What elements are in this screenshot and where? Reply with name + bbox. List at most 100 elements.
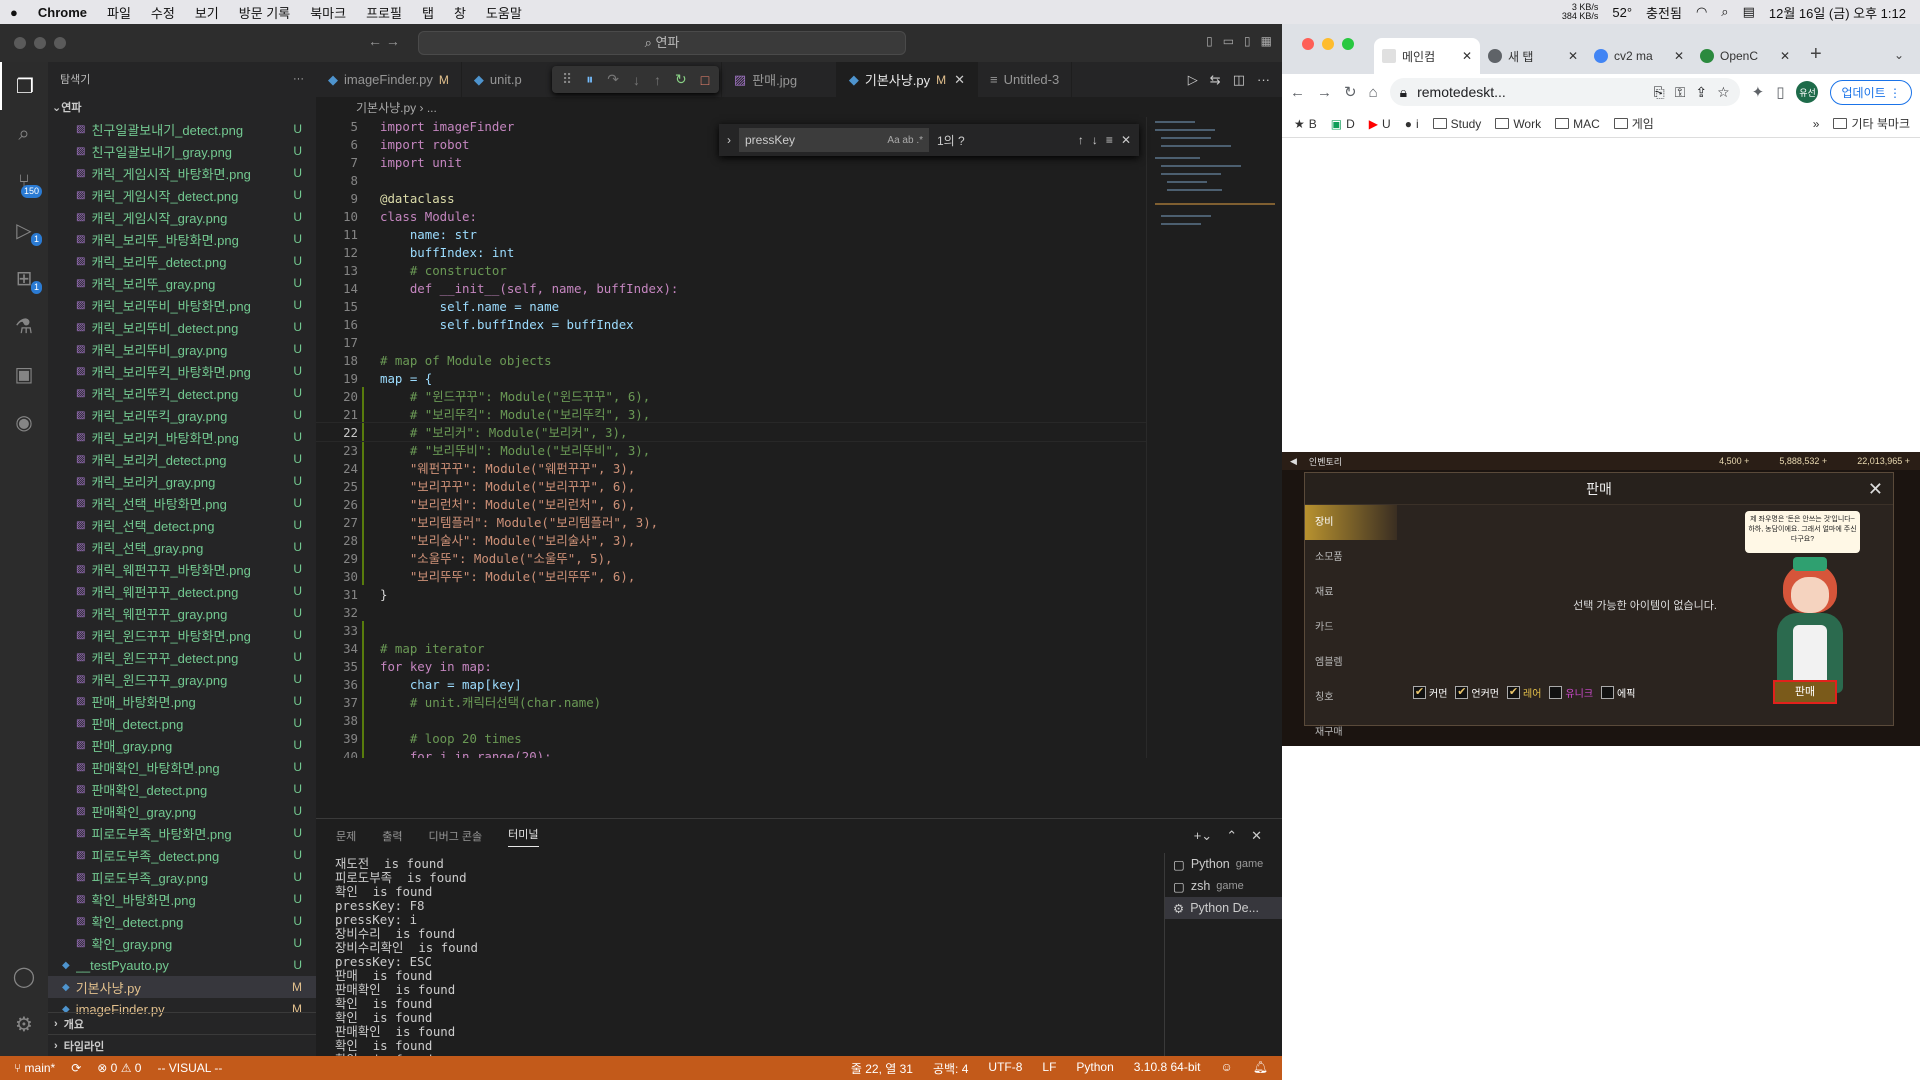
share-icon[interactable]: ⇪ — [1695, 84, 1707, 101]
file-item[interactable]: ▨ 캐릭_보리뚜킥_gray.png U — [48, 404, 316, 426]
terminal-item[interactable]: ⚙ Python De... — [1165, 897, 1282, 919]
prev-match-icon[interactable]: ↑ — [1078, 133, 1084, 147]
close-tab-icon[interactable]: ✕ — [954, 72, 965, 88]
command-center-search[interactable]: ⌕ 연파 — [418, 31, 906, 55]
temperature[interactable]: 52° — [1612, 5, 1632, 20]
bookmark-folder[interactable]: MAC — [1555, 117, 1600, 131]
step-out-icon[interactable]: ↑ — [654, 72, 661, 88]
file-item[interactable]: ▨ 캐릭_윈드꾸꾸_바탕화면.png U — [48, 624, 316, 646]
cursor-position[interactable]: 줄 22, 열 31 — [851, 1060, 913, 1077]
bookmark-item[interactable]: ▶ U — [1369, 117, 1391, 131]
bookmark-item[interactable]: ● i — [1405, 117, 1419, 131]
file-item[interactable]: ▨ 친구일괄보내기_gray.png U — [48, 140, 316, 162]
clock[interactable]: 12월 16일 (금) 오후 1:12 — [1769, 3, 1906, 22]
sell-category-tab[interactable]: 소모품 — [1305, 540, 1397, 575]
file-item[interactable]: ▨ 판매확인_바탕화면.png U — [48, 756, 316, 778]
forward-icon[interactable]: → — [1317, 84, 1332, 101]
file-item[interactable]: ▨ 판매확인_gray.png U — [48, 800, 316, 822]
menu-edit[interactable]: 수정 — [141, 3, 185, 22]
menu-view[interactable]: 보기 — [185, 3, 229, 22]
close-tab-icon[interactable]: ✕ — [1674, 49, 1684, 63]
toggle-replace-icon[interactable]: › — [727, 133, 731, 147]
checkbox-box[interactable]: ✔ — [1507, 686, 1521, 699]
file-item[interactable]: ▨ 판매_detect.png U — [48, 712, 316, 734]
file-item[interactable]: ▨ 확인_바탕화면.png U — [48, 888, 316, 910]
bookmark-folder[interactable]: Study — [1432, 117, 1481, 131]
sell-category-tab[interactable]: 재료 — [1305, 575, 1397, 610]
file-item[interactable]: ◆ __testPyauto.py U — [48, 954, 316, 976]
rarity-checkbox[interactable]: 에픽 — [1601, 685, 1635, 700]
file-item[interactable]: ▨ 캐릭_게임시작_바탕화면.png U — [48, 162, 316, 184]
drag-handle-icon[interactable]: ⠿ — [562, 71, 572, 88]
terminal-output[interactable]: 재도전 is found 피로도부족 is found 확인 is found pre… — [335, 857, 975, 1080]
chrome-tab-opencv[interactable]: OpenC ✕ — [1692, 38, 1798, 74]
problems-indicator[interactable]: ⊗ 0 ⚠ 0 — [97, 1061, 141, 1075]
tab-terminal[interactable]: 터미널 — [508, 826, 539, 847]
close-tab-icon[interactable]: ✕ — [1780, 49, 1790, 63]
file-item[interactable]: ▨ 피로도부족_gray.png U — [48, 866, 316, 888]
control-center-icon[interactable]: ▤ — [1743, 4, 1755, 20]
battery-status[interactable]: 충전됨 — [1646, 3, 1682, 22]
tab-untitled[interactable]: ≡ Untitled-3 — [978, 62, 1073, 97]
file-item[interactable]: ▨ 캐릭_보리뚜비_바탕화면.png U — [48, 294, 316, 316]
bookmarks-overflow-icon[interactable]: » — [1813, 117, 1820, 131]
game-back-icon[interactable]: ◀ — [1290, 456, 1297, 467]
remote-explorer-icon[interactable]: ▣ — [0, 350, 48, 398]
close-window-button[interactable] — [1302, 38, 1314, 50]
timeline-section[interactable]: › 타임라인 — [48, 1034, 316, 1056]
extensions-icon[interactable]: ✦ — [1752, 83, 1765, 101]
minimize-window-button[interactable] — [34, 37, 46, 49]
reload-icon[interactable]: ↻ — [1344, 83, 1357, 101]
menu-app-name[interactable]: Chrome — [28, 5, 97, 20]
file-item[interactable]: ▨ 캐릭_보리뚜비_detect.png U — [48, 316, 316, 338]
apple-icon[interactable]: ● — [0, 5, 28, 20]
search-icon[interactable]: ⌕ — [1721, 4, 1728, 20]
checkbox-box[interactable] — [1601, 686, 1615, 699]
file-item[interactable]: ▨ 캐릭_보리뚜_gray.png U — [48, 272, 316, 294]
tab-debug-console[interactable]: 디버그 콘솔 — [429, 828, 483, 844]
update-button[interactable]: 업데이트 ⋮ — [1830, 79, 1912, 105]
file-item[interactable]: ▨ 캐릭_보리뚜_detect.png U — [48, 250, 316, 272]
tab-search-icon[interactable]: ⌄ — [1878, 48, 1920, 74]
outline-section[interactable]: › 개요 — [48, 1012, 316, 1034]
sell-category-tab[interactable]: 장비 — [1305, 505, 1397, 540]
sell-button[interactable]: 판매 — [1773, 680, 1837, 704]
step-over-icon[interactable]: ↷ — [607, 71, 619, 88]
file-item[interactable]: ▨ 판매확인_detect.png U — [48, 778, 316, 800]
branch-indicator[interactable]: ⑂ main* — [14, 1061, 55, 1075]
tab-main-script[interactable]: ◆ 기본사냥.py M ✕ — [836, 62, 978, 97]
file-item[interactable]: ▨ 친구일괄보내기_detect.png U — [48, 118, 316, 140]
settings-gear-icon[interactable]: ⚙ — [0, 1000, 48, 1048]
file-item[interactable]: ▨ 캐릭_보리뚜킥_detect.png U — [48, 382, 316, 404]
toggle-panel-icon[interactable]: ▭ — [1223, 34, 1234, 48]
close-tab-icon[interactable]: ✕ — [1462, 49, 1472, 63]
terminal-item[interactable]: ▢ zsh game — [1165, 875, 1282, 897]
restart-icon[interactable]: ↻ — [675, 71, 687, 88]
step-into-icon[interactable]: ↓ — [633, 72, 640, 88]
source-control-icon[interactable]: ⑂ 150 — [0, 158, 48, 206]
indentation[interactable]: 공백: 4 — [933, 1060, 968, 1077]
sell-category-tab[interactable]: 카드 — [1305, 610, 1397, 645]
file-item[interactable]: ▨ 캐릭_게임시작_detect.png U — [48, 184, 316, 206]
find-input[interactable]: pressKey Aa ab .* — [739, 128, 929, 152]
python-version[interactable]: 3.10.8 64-bit — [1134, 1060, 1201, 1077]
profile-avatar[interactable]: 유선 — [1796, 81, 1819, 103]
minimap[interactable] — [1146, 117, 1282, 758]
file-item[interactable]: ▨ 캐릭_웨펀꾸꾸_바탕화면.png U — [48, 558, 316, 580]
customize-layout-icon[interactable]: ▦ — [1261, 34, 1272, 48]
github-icon[interactable]: ◉ — [0, 398, 48, 446]
close-panel-icon[interactable]: ✕ — [1251, 828, 1262, 844]
bookmark-item[interactable]: ▣ D — [1331, 117, 1355, 131]
folder-header[interactable]: ⌄ 연파 — [48, 96, 316, 118]
file-item[interactable]: ▨ 캐릭_웨펀꾸꾸_gray.png U — [48, 602, 316, 624]
sell-category-tab[interactable]: 재구매 — [1305, 715, 1397, 750]
new-tab-button[interactable]: + — [1798, 43, 1834, 74]
find-options[interactable]: Aa ab .* — [887, 135, 923, 146]
file-item[interactable]: ▨ 캐릭_보리커_gray.png U — [48, 470, 316, 492]
code-view[interactable]: 5 import imageFinder 6 import robot 7 import … — [316, 117, 1146, 758]
compare-icon[interactable]: ⇆ — [1210, 72, 1221, 88]
run-debug-icon[interactable]: ▷ 1 — [0, 206, 48, 254]
bookmark-folder[interactable]: Work — [1495, 117, 1541, 131]
file-item[interactable]: ▨ 확인_detect.png U — [48, 910, 316, 932]
bookmark-star-icon[interactable]: ☆ — [1717, 84, 1730, 101]
